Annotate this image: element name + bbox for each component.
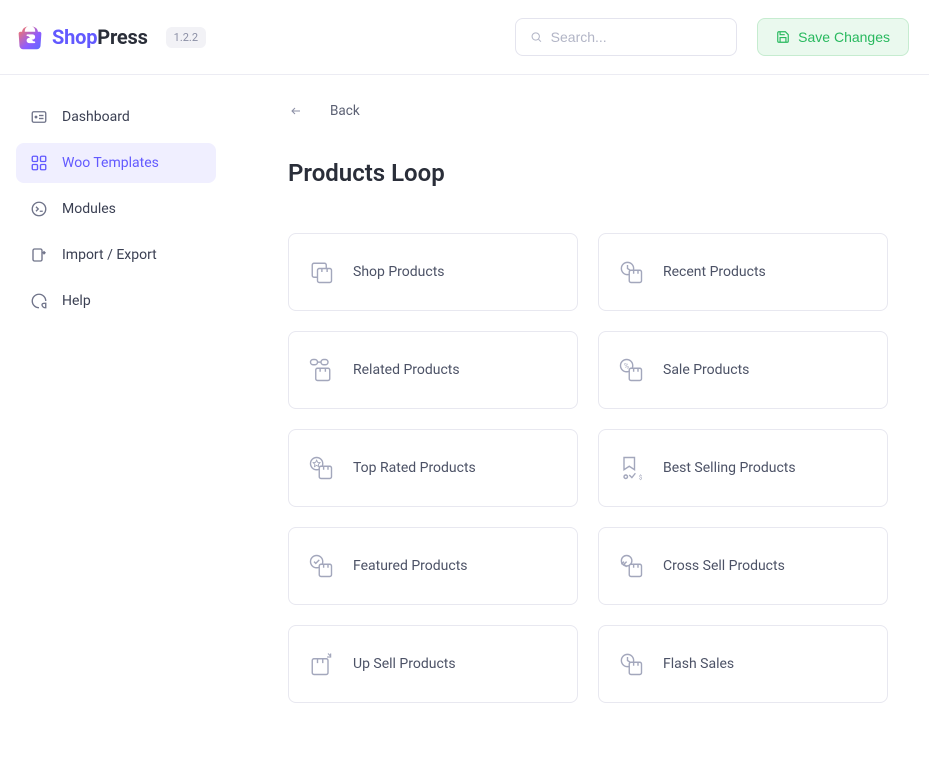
card-best-selling-products[interactable]: $ Best Selling Products — [598, 429, 888, 507]
sidebar-item-import-export[interactable]: Import / Export — [16, 235, 216, 275]
card-label: Best Selling Products — [663, 460, 796, 476]
save-button-label: Save Changes — [798, 29, 890, 45]
card-label: Flash Sales — [663, 656, 734, 672]
card-label: Sale Products — [663, 362, 749, 378]
sidebar-item-label: Modules — [62, 201, 116, 217]
logo-icon — [16, 23, 44, 51]
save-changes-button[interactable]: Save Changes — [757, 18, 909, 56]
templates-icon — [30, 154, 48, 172]
sidebar-item-woo-templates[interactable]: Woo Templates — [16, 143, 216, 183]
sidebar-item-label: Import / Export — [62, 247, 157, 263]
import-export-icon — [30, 246, 48, 264]
sidebar-item-label: Dashboard — [62, 109, 130, 125]
back-label: Back — [330, 103, 360, 119]
main-content: Back Products Loop Shop Products Recent … — [228, 75, 929, 723]
logo[interactable]: ShopPress 1.2.2 — [16, 23, 206, 51]
sidebar-item-label: Woo Templates — [62, 155, 159, 171]
related-products-icon — [307, 356, 335, 384]
card-cross-sell-products[interactable]: Cross Sell Products — [598, 527, 888, 605]
search-box[interactable] — [515, 18, 737, 56]
save-icon — [776, 30, 790, 44]
card-related-products[interactable]: Related Products — [288, 331, 578, 409]
card-sale-products[interactable]: % Sale Products — [598, 331, 888, 409]
card-label: Cross Sell Products — [663, 558, 785, 574]
card-up-sell-products[interactable]: Up Sell Products — [288, 625, 578, 703]
svg-text:$: $ — [639, 474, 643, 481]
best-selling-products-icon: $ — [617, 454, 645, 482]
card-label: Related Products — [353, 362, 460, 378]
help-icon — [30, 292, 48, 310]
top-rated-products-icon — [307, 454, 335, 482]
recent-products-icon — [617, 258, 645, 286]
sidebar-item-help[interactable]: Help — [16, 281, 216, 321]
cards-grid: Shop Products Recent Products Related Pr… — [288, 233, 925, 703]
cross-sell-products-icon — [617, 552, 645, 580]
modules-icon — [30, 200, 48, 218]
dashboard-icon — [30, 108, 48, 126]
up-sell-products-icon — [307, 650, 335, 678]
sidebar-item-modules[interactable]: Modules — [16, 189, 216, 229]
shop-products-icon — [307, 258, 335, 286]
sale-products-icon: % — [617, 356, 645, 384]
search-icon — [530, 30, 543, 44]
logo-text: ShopPress — [52, 25, 148, 49]
sidebar: Dashboard Woo Templates Modules Import /… — [0, 75, 228, 723]
card-label: Recent Products — [663, 264, 766, 280]
arrow-left-icon — [288, 105, 304, 117]
card-top-rated-products[interactable]: Top Rated Products — [288, 429, 578, 507]
card-recent-products[interactable]: Recent Products — [598, 233, 888, 311]
card-shop-products[interactable]: Shop Products — [288, 233, 578, 311]
card-flash-sales[interactable]: Flash Sales — [598, 625, 888, 703]
search-input[interactable] — [551, 29, 723, 45]
card-label: Shop Products — [353, 264, 445, 280]
header: ShopPress 1.2.2 Save Changes — [0, 0, 929, 75]
sidebar-item-dashboard[interactable]: Dashboard — [16, 97, 216, 137]
featured-products-icon — [307, 552, 335, 580]
flash-sales-icon — [617, 650, 645, 678]
version-badge: 1.2.2 — [166, 27, 206, 48]
card-label: Featured Products — [353, 558, 468, 574]
page-title: Products Loop — [288, 159, 925, 187]
card-label: Up Sell Products — [353, 656, 456, 672]
svg-text:%: % — [624, 362, 629, 370]
card-featured-products[interactable]: Featured Products — [288, 527, 578, 605]
sidebar-item-label: Help — [62, 293, 91, 309]
back-button[interactable]: Back — [288, 103, 925, 119]
card-label: Top Rated Products — [353, 460, 476, 476]
